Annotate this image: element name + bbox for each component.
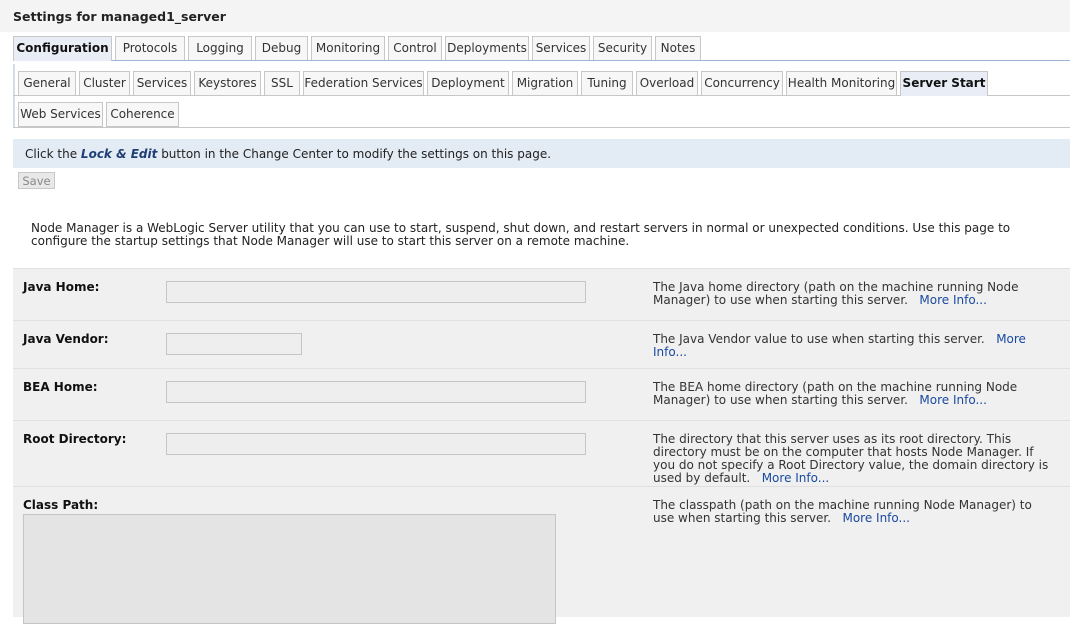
tab-keystores[interactable]: Keystores <box>194 71 261 95</box>
tab-web-services[interactable]: Web Services <box>18 102 103 127</box>
tab-monitoring[interactable]: Monitoring <box>311 36 385 60</box>
tab-services[interactable]: Services <box>532 36 590 60</box>
java-vendor-row: Java Vendor: The Java Vendor value to us… <box>13 320 1070 369</box>
tab-debug[interactable]: Debug <box>255 36 308 60</box>
tab-coherence[interactable]: Coherence <box>106 102 179 127</box>
lock-edit-text: Lock & Edit <box>80 147 158 161</box>
root-directory-more-info-link[interactable]: More Info... <box>762 471 830 485</box>
tab-general[interactable]: General <box>18 71 76 95</box>
class-path-help: The classpath (path on the machine runni… <box>653 499 1053 525</box>
class-path-more-info-link[interactable]: More Info... <box>842 511 910 525</box>
java-home-label: Java Home: <box>23 280 100 294</box>
java-vendor-label: Java Vendor: <box>23 332 109 346</box>
java-home-help: The Java home directory (path on the mac… <box>653 281 1053 307</box>
tab-protocols[interactable]: Protocols <box>115 36 185 60</box>
tab-cluster[interactable]: Cluster <box>79 71 130 95</box>
bea-home-help: The BEA home directory (path on the mach… <box>653 381 1053 407</box>
tab-control[interactable]: Control <box>388 36 442 60</box>
tab-federation-services[interactable]: Federation Services <box>303 71 424 95</box>
bea-home-more-info-link[interactable]: More Info... <box>919 393 987 407</box>
page-description: Node Manager is a WebLogic Server utilit… <box>31 221 1011 248</box>
class-path-label: Class Path: <box>23 498 99 512</box>
tab-logging[interactable]: Logging <box>188 36 252 60</box>
tab-overload[interactable]: Overload <box>636 71 698 95</box>
root-directory-help-text: The directory that this server uses as i… <box>653 432 1049 485</box>
tab-deployment[interactable]: Deployment <box>427 71 509 95</box>
secondary-tab-bar: General Cluster Services Keystores SSL F… <box>13 67 1070 96</box>
tab-ssl[interactable]: SSL <box>264 71 300 95</box>
tab-bar-divider <box>13 127 1070 128</box>
tab-tuning[interactable]: Tuning <box>581 71 633 95</box>
page-title: Settings for managed1_server <box>0 0 1070 32</box>
tab-server-start[interactable]: Server Start <box>900 71 988 96</box>
java-home-row: Java Home: The Java home directory (path… <box>13 268 1070 321</box>
tab-services-sub[interactable]: Services <box>133 71 191 95</box>
bea-home-input[interactable] <box>166 381 586 403</box>
tab-notes[interactable]: Notes <box>655 36 701 60</box>
save-button[interactable]: Save <box>18 172 55 189</box>
message-suffix: button in the Change Center to modify th… <box>157 147 552 161</box>
tab-security[interactable]: Security <box>593 36 652 60</box>
root-directory-input[interactable] <box>166 433 586 455</box>
class-path-row: Class Path: The classpath (path on the m… <box>13 486 1070 624</box>
tab-concurrency[interactable]: Concurrency <box>701 71 783 95</box>
bea-home-row: BEA Home: The BEA home directory (path o… <box>13 368 1070 421</box>
change-center-message: Click the Lock & Edit button in the Chan… <box>13 139 1070 168</box>
root-directory-help: The directory that this server uses as i… <box>653 433 1053 485</box>
tab-deployments[interactable]: Deployments <box>445 36 529 60</box>
java-home-more-info-link[interactable]: More Info... <box>919 293 987 307</box>
tab-configuration[interactable]: Configuration <box>13 36 112 61</box>
tab-migration[interactable]: Migration <box>512 71 578 95</box>
root-directory-label: Root Directory: <box>23 432 127 446</box>
root-directory-row: Root Directory: The directory that this … <box>13 420 1070 487</box>
message-prefix: Click the <box>25 147 81 161</box>
bea-home-label: BEA Home: <box>23 380 98 394</box>
tab-health-monitoring[interactable]: Health Monitoring <box>786 71 897 95</box>
java-vendor-help: The Java Vendor value to use when starti… <box>653 333 1053 359</box>
java-vendor-input[interactable] <box>166 333 302 355</box>
java-home-input[interactable] <box>166 281 586 303</box>
java-vendor-help-text: The Java Vendor value to use when starti… <box>653 332 985 346</box>
tertiary-tab-bar: Web Services Coherence <box>13 98 1070 127</box>
primary-tab-bar: Configuration Protocols Logging Debug Mo… <box>13 32 1070 61</box>
class-path-textarea[interactable] <box>23 514 556 624</box>
